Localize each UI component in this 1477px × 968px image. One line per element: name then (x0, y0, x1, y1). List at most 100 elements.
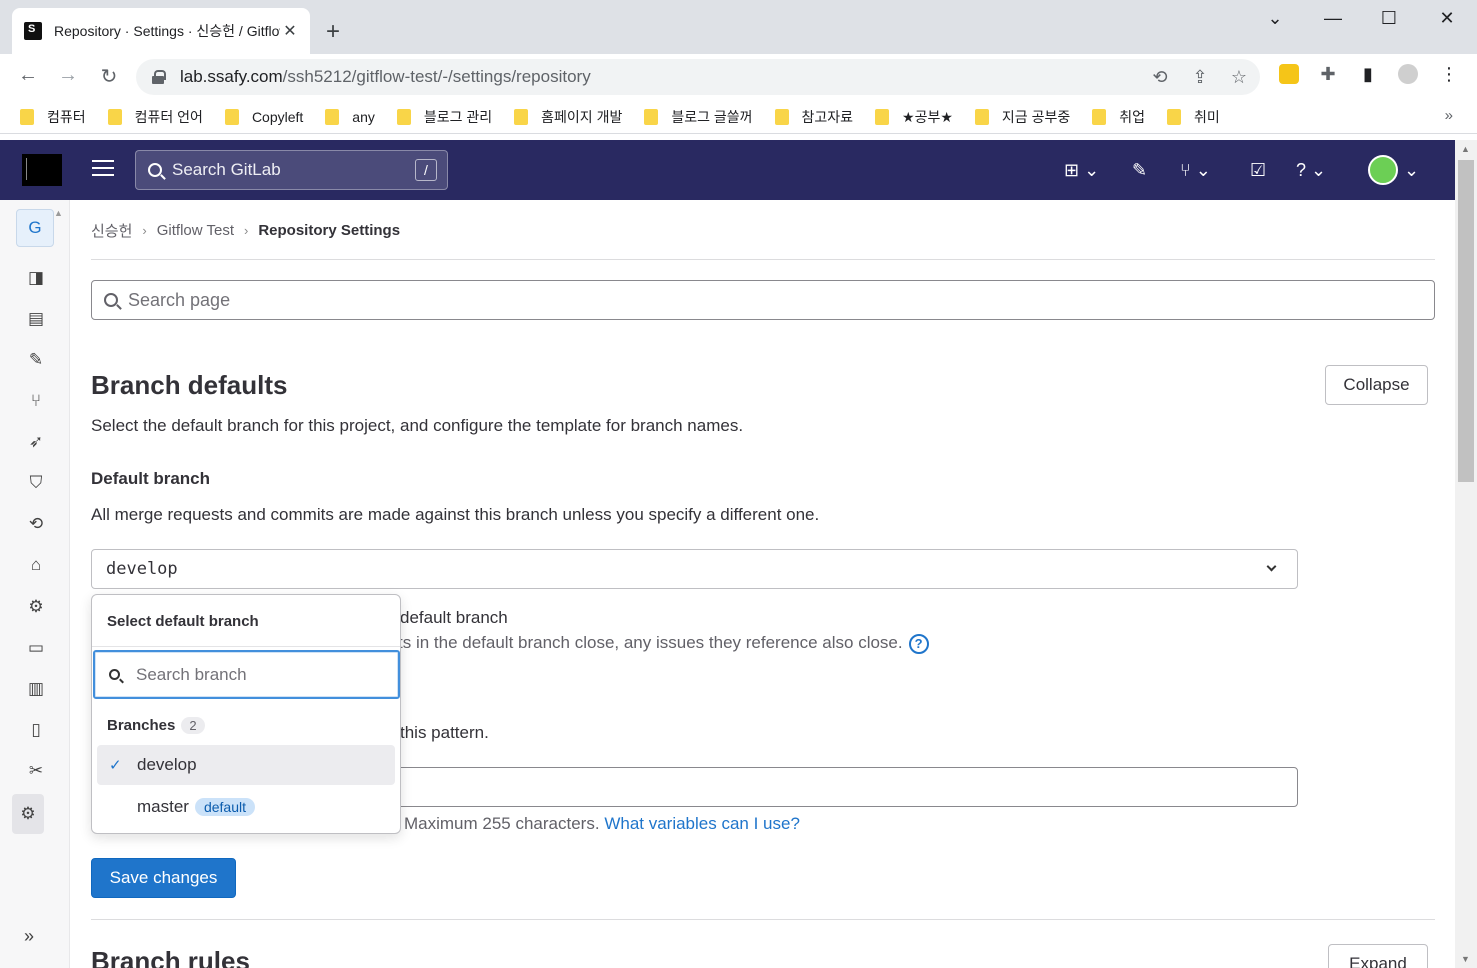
autoclose-label: default branch (400, 608, 508, 627)
folder-icon (1092, 108, 1107, 125)
project-overview-icon[interactable]: ◨ (24, 266, 48, 290)
user-menu-chevron-icon[interactable]: ⌄ (1404, 158, 1419, 182)
issues-icon[interactable]: ✎ (24, 348, 48, 372)
security-shield-icon[interactable]: ⛉ (24, 471, 48, 495)
branch-option-name: develop (137, 755, 197, 774)
bookmark-star-icon[interactable]: ☆ (1227, 67, 1251, 88)
user-avatar[interactable] (1368, 155, 1398, 185)
chevron-down-icon (1266, 561, 1277, 571)
gitlab-logo[interactable] (22, 154, 62, 186)
hamburger-menu-icon[interactable] (92, 160, 114, 178)
collapse-sidebar-icon[interactable]: » (24, 926, 34, 947)
analytics-chart-icon[interactable]: ▥ (24, 677, 48, 701)
breadcrumb: 신승헌 › Gitflow Test › Repository Settings (91, 220, 400, 241)
folder-icon (20, 108, 34, 125)
extensions-puzzle-icon[interactable]: ✚ (1316, 64, 1340, 85)
snippets-scissors-icon[interactable]: ✂ (24, 759, 48, 783)
bookmark-folder[interactable]: 컴퓨터 언어 (107, 107, 203, 127)
back-arrow-icon[interactable]: ← (14, 64, 42, 87)
question-help-icon[interactable]: ? (908, 633, 929, 654)
default-branch-select[interactable]: develop (91, 549, 1298, 589)
variables-help-link[interactable]: What variables can I use? (604, 814, 800, 833)
breadcrumb-separator-icon: › (142, 223, 147, 238)
save-changes-button[interactable]: Save changes (91, 858, 236, 898)
divider (92, 646, 400, 647)
branch-pattern-help: Maximum 255 characters. What variables c… (404, 814, 800, 833)
extension-yellow-icon[interactable] (1279, 64, 1299, 84)
repository-icon[interactable]: ▤ (24, 307, 48, 331)
branch-defaults-title: Branch defaults (91, 370, 288, 400)
page-scrollbar[interactable]: ▲ ▼ (1455, 140, 1477, 968)
branch-option-develop[interactable]: ✓ develop (97, 745, 395, 785)
packages-icon[interactable]: ⌂ (24, 553, 48, 577)
breadcrumb-user[interactable]: 신승헌 (91, 220, 132, 241)
branch-option-name: master (137, 797, 189, 816)
breadcrumb-current[interactable]: Repository Settings (258, 222, 400, 239)
reload-icon[interactable]: ↻ (95, 64, 123, 89)
collapse-button[interactable]: Collapse (1325, 365, 1428, 405)
share-icon[interactable]: ⇪ (1188, 67, 1212, 88)
side-panel-icon[interactable]: ▮ (1356, 64, 1380, 85)
search-page-input[interactable]: Search page (91, 280, 1435, 320)
help-icon[interactable]: ? ⌄ (1296, 158, 1326, 182)
forward-arrow-icon[interactable]: → (54, 64, 82, 87)
close-window-icon[interactable]: ✕ (1427, 8, 1467, 29)
merge-requests-icon[interactable]: ⑂ (24, 389, 48, 413)
scrollbar-thumb[interactable] (1458, 160, 1474, 482)
create-new-icon[interactable]: ⊞ ⌄ (1064, 158, 1099, 182)
scroll-up-icon[interactable]: ▲ (1461, 144, 1470, 154)
branch-rules-title: Branch rules (91, 946, 250, 968)
infrastructure-icon[interactable]: ⚙ (24, 595, 48, 619)
sidebar-scroll-up-icon[interactable]: ▲ (54, 208, 64, 218)
gitlab-search-input[interactable]: Search GitLab / (135, 150, 448, 190)
bookmark-folder[interactable]: 블로그 관리 (396, 107, 492, 127)
bookmark-folder[interactable]: 취미 (1166, 107, 1220, 127)
bookmark-folder[interactable]: 취업 (1092, 107, 1145, 127)
search-branch-placeholder: Search branch (136, 664, 247, 684)
minimize-window-icon[interactable]: — (1313, 8, 1353, 29)
maximize-window-icon[interactable]: ☐ (1369, 8, 1409, 29)
selected-branch-value: develop (106, 559, 178, 579)
bookmark-folder[interactable]: Copyleft (224, 108, 303, 125)
bookmark-folder[interactable]: 지금 공부중 (974, 107, 1070, 127)
search-icon (148, 163, 162, 177)
ci-cd-rocket-icon[interactable]: ➶ (24, 430, 48, 454)
folder-icon (774, 108, 789, 125)
bookmark-folder[interactable]: 컴퓨터 (20, 107, 86, 127)
bookmark-folder[interactable]: any (325, 108, 375, 125)
bookmark-folder[interactable]: 블로그 글쓸꺼 (644, 107, 753, 127)
profile-avatar-icon[interactable] (1398, 64, 1418, 84)
deployments-icon[interactable]: ⟲ (24, 512, 48, 536)
breadcrumb-project[interactable]: Gitflow Test (157, 222, 234, 239)
search-shortcut-hint: / (415, 159, 437, 181)
default-branch-label: Default branch (91, 469, 211, 488)
bookmarks-overflow-button[interactable]: » (1445, 107, 1453, 124)
merge-requests-icon[interactable]: ⑂ ⌄ (1180, 158, 1211, 182)
settings-gear-icon[interactable]: ⚙ (12, 794, 44, 834)
close-tab-icon[interactable]: ✕ (280, 21, 300, 41)
branches-count-badge: 2 (181, 717, 205, 734)
browser-menu-icon[interactable]: ⋮ (1437, 64, 1461, 85)
browser-tab-active[interactable]: Repository · Settings · 신승헌 / Gitflow Te… (12, 8, 310, 54)
todo-icon[interactable]: ☑ (1250, 158, 1266, 182)
wiki-book-icon[interactable]: ▯ (24, 718, 48, 742)
tab-search-icon[interactable]: ⌄ (1255, 8, 1295, 29)
search-branch-input[interactable]: Search branch (93, 650, 400, 699)
translate-icon[interactable]: ⟲ (1148, 67, 1172, 88)
bookmark-folder[interactable]: ★공부★ (875, 107, 953, 127)
scroll-down-icon[interactable]: ▼ (1461, 954, 1470, 964)
address-bar[interactable]: lab.ssafy.com/ssh5212/gitflow-test/-/set… (136, 59, 1260, 95)
default-branch-help: All merge requests and commits are made … (91, 505, 820, 524)
divider (91, 259, 1435, 260)
gitlab-favicon-icon (24, 22, 42, 40)
project-sidebar: G ▲ ◨ ▤ ✎ ⑂ ➶ ⛉ ⟲ ⌂ ⚙ ▭ ▥ ▯ ✂ ⚙ » (0, 200, 70, 968)
new-tab-button[interactable]: + (326, 18, 340, 46)
monitor-icon[interactable]: ▭ (24, 636, 48, 660)
project-avatar[interactable]: G (16, 209, 54, 247)
bookmark-folder[interactable]: 참고자료 (774, 107, 853, 127)
bookmark-folder[interactable]: 홈페이지 개발 (514, 107, 622, 127)
expand-button[interactable]: Expand (1328, 944, 1428, 968)
issues-icon[interactable]: ✎ (1132, 158, 1147, 182)
branch-option-master[interactable]: master default (97, 787, 395, 827)
folder-icon (107, 108, 122, 125)
